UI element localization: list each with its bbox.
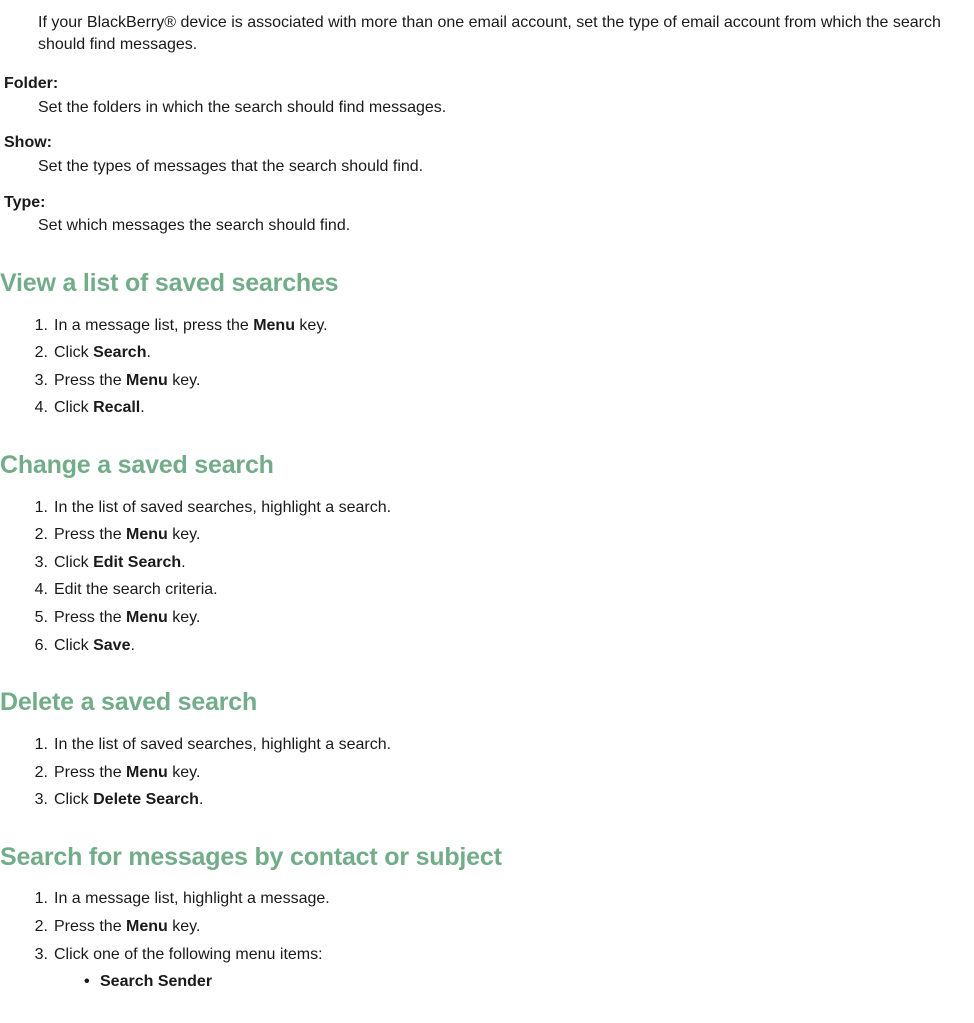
steps-change: In the list of saved searches, highlight… xyxy=(0,497,974,657)
step: Press the Menu key. xyxy=(38,916,974,938)
step: Press the Menu key. xyxy=(38,524,974,546)
steps-delete: In the list of saved searches, highlight… xyxy=(0,734,974,811)
criteria-show: Show: Set the types of messages that the… xyxy=(0,132,974,177)
step: Edit the search criteria. xyxy=(38,579,974,601)
step: Click Search. xyxy=(38,342,974,364)
step: Press the Menu key. xyxy=(38,607,974,629)
criteria-type: Type: Set which messages the search shou… xyxy=(0,192,974,237)
heading-view-saved-searches: View a list of saved searches xyxy=(0,267,974,301)
steps-searchby: In a message list, highlight a message. … xyxy=(0,888,974,992)
step: In a message list, press the Menu key. xyxy=(38,315,974,337)
heading-change-saved-search: Change a saved search xyxy=(0,449,974,483)
step: In a message list, highlight a message. xyxy=(38,888,974,910)
intro-paragraph: If your BlackBerry® device is associated… xyxy=(0,12,974,55)
step: Press the Menu key. xyxy=(38,370,974,392)
menu-items-list: Search Sender xyxy=(54,971,974,993)
criteria-folder: Folder: Set the folders in which the sea… xyxy=(0,73,974,118)
step: Press the Menu key. xyxy=(38,762,974,784)
step: Click Save. xyxy=(38,635,974,657)
criteria-desc: Set the folders in which the search shou… xyxy=(0,97,974,119)
criteria-desc: Set the types of messages that the searc… xyxy=(0,156,974,178)
heading-search-by-contact-subject: Search for messages by contact or subjec… xyxy=(0,841,974,875)
step: Click Recall. xyxy=(38,397,974,419)
criteria-label: Show: xyxy=(0,132,974,154)
step: In the list of saved searches, highlight… xyxy=(38,734,974,756)
page-content: If your BlackBerry® device is associated… xyxy=(0,12,974,993)
step: Click Delete Search. xyxy=(38,789,974,811)
menu-item: Search Sender xyxy=(88,971,974,993)
steps-view: In a message list, press the Menu key. C… xyxy=(0,315,974,419)
criteria-desc: Set which messages the search should fin… xyxy=(0,215,974,237)
criteria-label: Folder: xyxy=(0,73,974,95)
criteria-label: Type: xyxy=(0,192,974,214)
step: Click one of the following menu items: S… xyxy=(38,944,974,993)
step: In the list of saved searches, highlight… xyxy=(38,497,974,519)
step: Click Edit Search. xyxy=(38,552,974,574)
heading-delete-saved-search: Delete a saved search xyxy=(0,686,974,720)
